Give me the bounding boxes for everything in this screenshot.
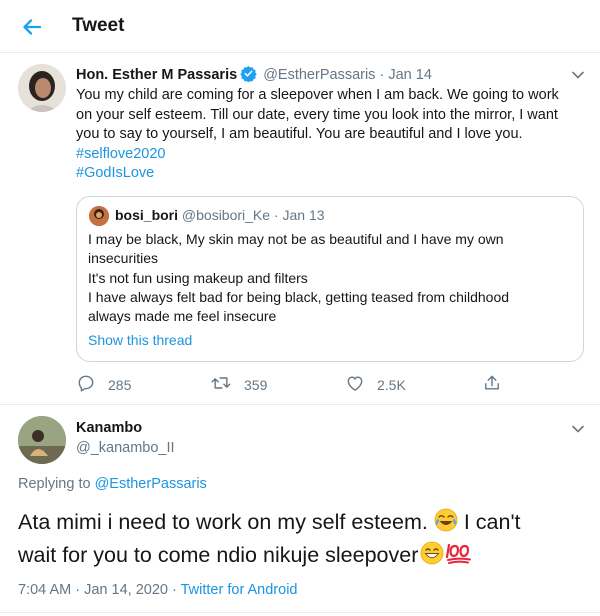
heart-icon (345, 373, 377, 396)
quoted-text-line: insecurities (88, 250, 159, 267)
share-button[interactable] (482, 373, 514, 396)
page-header: Tweet (0, 0, 600, 53)
reply-tweet: Kanambo @_kanambo_II Replying to @Esther… (0, 405, 600, 616)
replying-prefix: Replying to (18, 476, 91, 492)
like-button[interactable]: 2.5K (345, 373, 406, 396)
hundred-points-icon (446, 541, 474, 573)
tweet-full-date[interactable]: Jan 14, 2020 (84, 582, 168, 598)
hashtag-link[interactable]: #GodIsLove (76, 164, 586, 184)
reply-text: Ata mimi i need to work on my self estee… (18, 507, 588, 573)
meta-separator: · (379, 67, 385, 83)
quoted-text-line: always made me feel insecure (88, 308, 277, 325)
retweet-button[interactable]: 359 (210, 373, 267, 396)
quoted-text: I may be black, My skin may not be as be… (88, 230, 568, 326)
quoted-meta: bosi_bori @bosibori_Ke · Jan 13 (115, 207, 325, 223)
replying-to: Replying to @EstherPassaris (18, 476, 207, 492)
tweet-text-line: on your self esteem. Till our date, ever… (76, 106, 558, 123)
tweet-date[interactable]: Jan 14 (388, 67, 432, 83)
share-icon (482, 373, 514, 396)
page-title: Tweet (72, 15, 125, 36)
tweet-timestamp: 7:04 AM · Jan 14, 2020 · Twitter for And… (18, 582, 297, 598)
quoted-author-handle: @bosibori_Ke (181, 207, 271, 223)
chevron-down-icon[interactable] (570, 421, 586, 437)
tweet-source-link[interactable]: Twitter for Android (181, 582, 298, 598)
tweet-text-line: you to say to yourself, I am beautiful. … (76, 126, 523, 142)
like-count: 2.5K (377, 376, 406, 393)
chevron-down-icon[interactable] (570, 67, 586, 83)
retweet-icon (210, 373, 244, 396)
author-name[interactable]: Kanambo (76, 420, 142, 436)
retweet-count: 359 (244, 376, 268, 393)
reply-text-line: wait for you to come ndio nikuje sleepov… (18, 543, 419, 567)
tweet-text-line: You my child are coming for a sleepover … (76, 87, 559, 103)
grinning-face-icon (420, 541, 444, 573)
tweet-time[interactable]: 7:04 AM (18, 582, 71, 598)
meta-separator: · (172, 582, 177, 598)
tweet-text: You my child are coming for a sleepover … (76, 86, 586, 184)
replying-to-link[interactable]: @EstherPassaris (95, 476, 207, 492)
hashtag-link[interactable]: #selflove2020 (76, 145, 586, 165)
avatar[interactable] (18, 416, 66, 464)
reply-icon (76, 373, 108, 396)
meta-separator: · (75, 582, 81, 598)
quoted-author-name: bosi_bori (115, 207, 179, 223)
tweet-actions: 285 359 2.5K (76, 373, 506, 399)
avatar[interactable] (18, 64, 66, 112)
quoted-text-line: I may be black, My skin may not be as be… (88, 231, 504, 247)
show-thread-link[interactable]: Show this thread (88, 332, 192, 348)
reply-button[interactable]: 285 (76, 373, 131, 396)
reply-text-line: Ata mimi i need to work on my self estee… (18, 510, 428, 534)
divider (0, 612, 600, 613)
quoted-date: Jan 13 (282, 207, 325, 223)
back-arrow-icon[interactable] (18, 13, 46, 41)
author-handle[interactable]: @_kanambo_II (76, 440, 175, 456)
meta-separator: · (273, 207, 279, 223)
verified-badge-icon (240, 65, 257, 86)
reply-count: 285 (108, 376, 132, 393)
author-name[interactable]: Hon. Esther M Passaris (76, 67, 237, 83)
quoted-text-line: I have always felt bad for being black, … (88, 288, 510, 305)
avatar (89, 206, 109, 226)
quoted-text-line: It's not fun using makeup and filters (88, 269, 308, 286)
reply-text-line-end: I can't (463, 510, 521, 534)
author-handle[interactable]: @EstherPassaris (263, 67, 375, 83)
main-tweet: Hon. Esther M Passaris @EstherPassaris ·… (0, 53, 600, 405)
face-with-tears-of-joy-icon (434, 508, 458, 540)
quoted-tweet[interactable]: bosi_bori @bosibori_Ke · Jan 13 I may be… (76, 196, 584, 362)
tweet-meta: Hon. Esther M Passaris @EstherPassaris ·… (76, 65, 432, 86)
